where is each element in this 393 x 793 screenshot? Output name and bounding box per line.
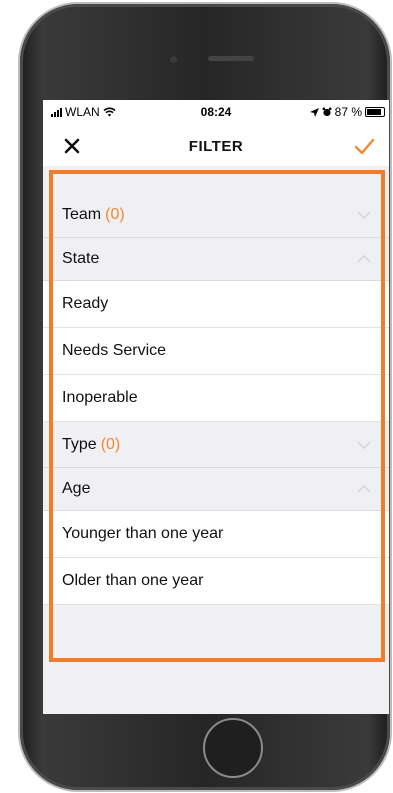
section-label: Team [62,205,102,223]
section-header-state[interactable]: State [43,238,389,281]
front-camera [170,56,177,63]
chevron-down-icon [357,441,371,449]
location-arrow-icon [309,107,319,117]
section-label: State [62,250,100,267]
section-label: Type [62,435,97,453]
battery-percent: 87 % [334,105,362,119]
list-top-spacer [43,166,389,192]
battery-icon [365,107,385,117]
battery-fill [367,109,381,115]
section-count: (0) [105,205,125,223]
earpiece-speaker [208,56,254,61]
option-ready[interactable]: Ready [43,281,389,328]
phone-screen: WLAN 08:24 87 % FILTER Team (0) State Re… [43,100,389,714]
option-younger-than-one-year[interactable]: Younger than one year [43,511,389,558]
section-count: (0) [100,435,121,453]
page-title: FILTER [188,138,244,155]
option-inoperable[interactable]: Inoperable [43,375,389,422]
status-bar: WLAN 08:24 87 % [43,100,389,124]
section-header-type[interactable]: Type (0) [43,422,389,468]
chevron-up-icon [357,485,371,493]
section-header-team[interactable]: Team (0) [43,192,389,238]
chevron-up-icon [357,255,371,263]
section-header-age[interactable]: Age [43,468,389,511]
home-button[interactable] [203,718,263,778]
alarm-icon [322,107,332,117]
filter-list: Team (0) State Ready Needs Service Inope… [43,166,389,714]
nav-bar: FILTER [43,126,389,166]
checkmark-icon[interactable] [353,135,375,157]
chevron-down-icon [357,211,371,219]
option-older-than-one-year[interactable]: Older than one year [43,558,389,605]
section-label: Age [62,480,91,497]
option-needs-service[interactable]: Needs Service [43,328,389,375]
status-right: 87 % [309,105,385,119]
